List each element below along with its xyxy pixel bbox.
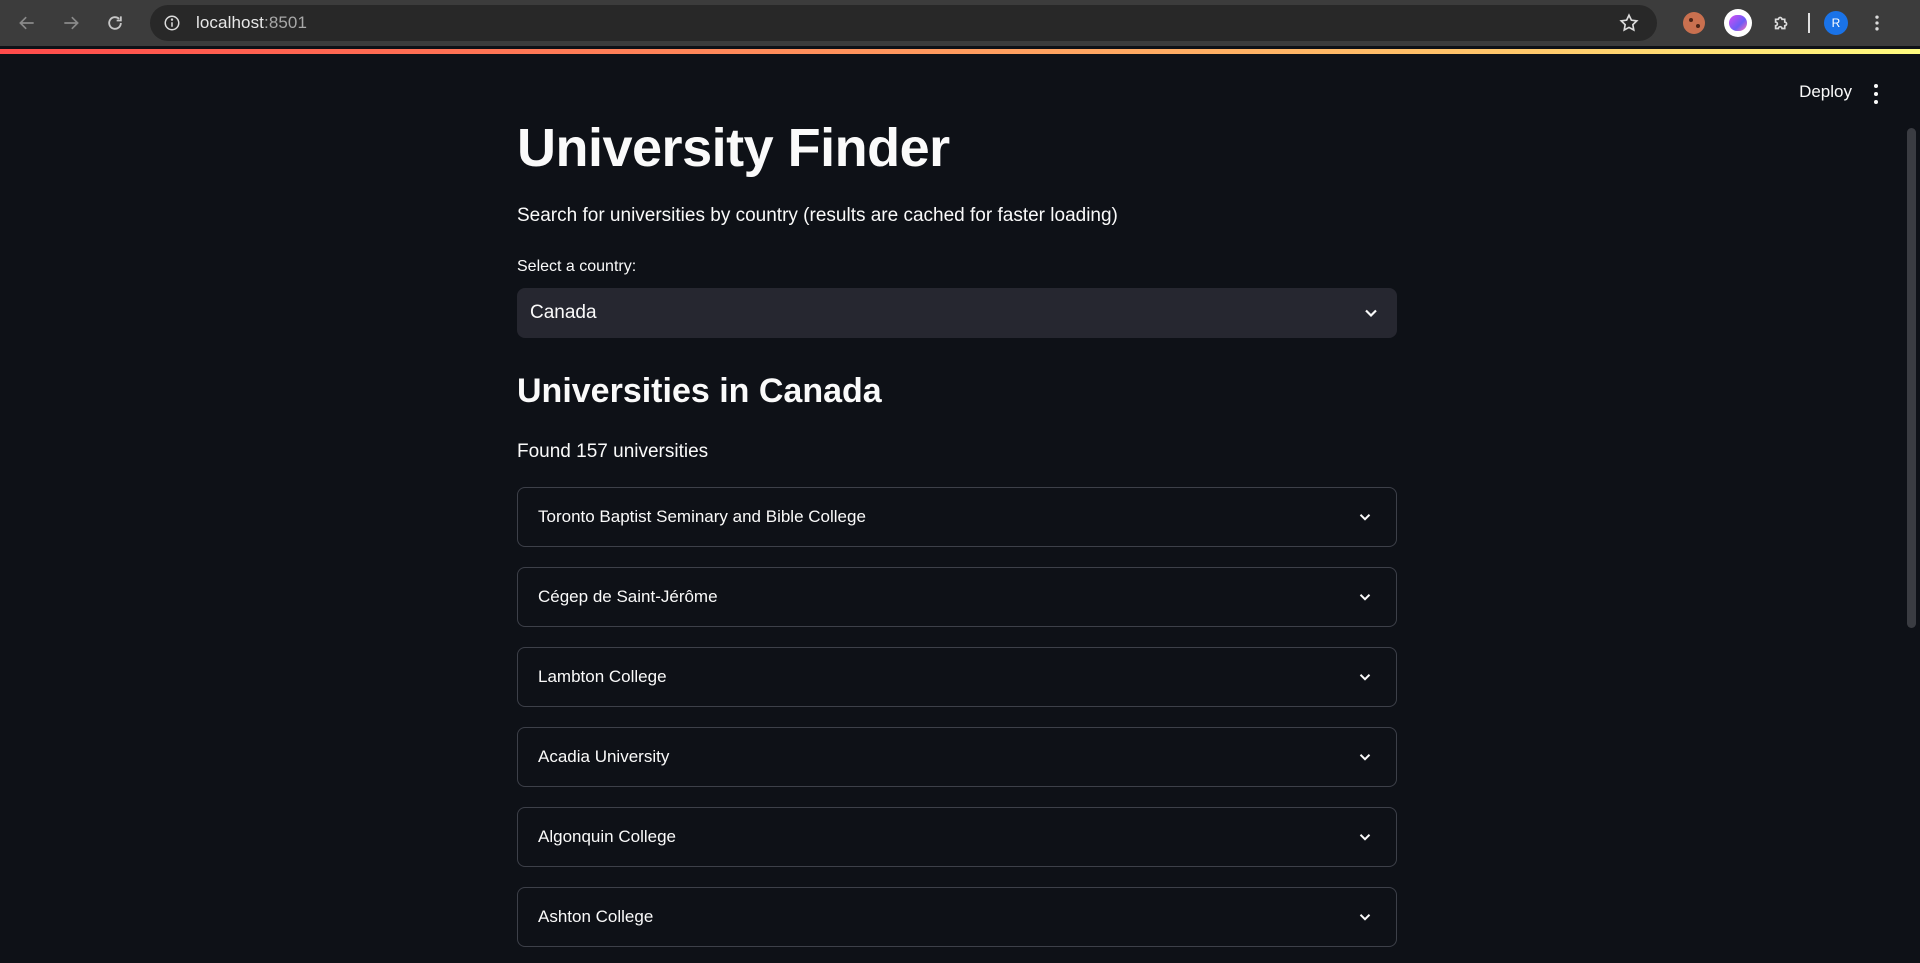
university-expander[interactable]: Algonquin College	[517, 807, 1397, 867]
reload-icon[interactable]	[93, 0, 137, 46]
extensions-area: R	[1672, 0, 1887, 46]
chevron-down-icon[interactable]	[1361, 303, 1381, 323]
university-name: Toronto Baptist Seminary and Bible Colle…	[538, 507, 866, 526]
results-heading: Universities in Canada	[517, 372, 882, 410]
university-name: Cégep de Saint-Jérôme	[538, 587, 718, 606]
browser-menu-icon[interactable]	[1867, 0, 1887, 46]
address-bar[interactable]: localhost:8501	[150, 5, 1657, 41]
chevron-down-icon[interactable]	[1356, 908, 1374, 926]
browser-toolbar: localhost:8501 R	[0, 0, 1920, 46]
page-title: University Finder	[517, 118, 950, 178]
university-name: Acadia University	[538, 747, 670, 766]
url-host: localhost	[196, 13, 264, 32]
chevron-down-icon[interactable]	[1356, 508, 1374, 526]
back-arrow-icon[interactable]	[5, 0, 49, 46]
brain-extension-icon[interactable]	[1716, 0, 1760, 46]
university-expander[interactable]: Cégep de Saint-Jérôme	[517, 567, 1397, 627]
url-port: :8501	[264, 13, 308, 32]
site-info-icon[interactable]	[161, 12, 183, 34]
chevron-down-icon[interactable]	[1356, 668, 1374, 686]
results-count: Found 157 universities	[517, 441, 709, 462]
scrollbar[interactable]	[1907, 128, 1916, 628]
chevron-down-icon[interactable]	[1356, 748, 1374, 766]
deploy-button[interactable]: Deploy	[1799, 82, 1852, 102]
profile-avatar[interactable]: R	[1824, 11, 1848, 35]
page-subtitle: Search for universities by country (resu…	[517, 205, 1118, 226]
country-select-label: Select a country:	[517, 258, 637, 275]
university-name: Algonquin College	[538, 827, 676, 846]
puzzle-extensions-icon[interactable]	[1760, 0, 1804, 46]
university-expander[interactable]: Acadia University	[517, 727, 1397, 787]
star-icon[interactable]	[1618, 12, 1640, 34]
university-expander[interactable]: Lambton College	[517, 647, 1397, 707]
country-select-value: Canada	[530, 302, 597, 323]
chevron-down-icon[interactable]	[1356, 588, 1374, 606]
cookie-extension-icon[interactable]	[1672, 0, 1716, 46]
university-name: Ashton College	[538, 907, 654, 926]
url-text[interactable]: localhost:8501	[196, 13, 307, 33]
university-expander[interactable]: Toronto Baptist Seminary and Bible Colle…	[517, 487, 1397, 547]
app-container: Deploy University Finder Search for univ…	[0, 54, 1920, 963]
kebab-menu-icon[interactable]	[1872, 84, 1880, 104]
university-expander[interactable]: Ashton College	[517, 887, 1397, 947]
university-name: Lambton College	[538, 667, 667, 686]
country-select[interactable]: Canada	[517, 288, 1397, 338]
forward-arrow-icon[interactable]	[49, 0, 93, 46]
toolbar-divider	[1808, 13, 1810, 33]
chevron-down-icon[interactable]	[1356, 828, 1374, 846]
